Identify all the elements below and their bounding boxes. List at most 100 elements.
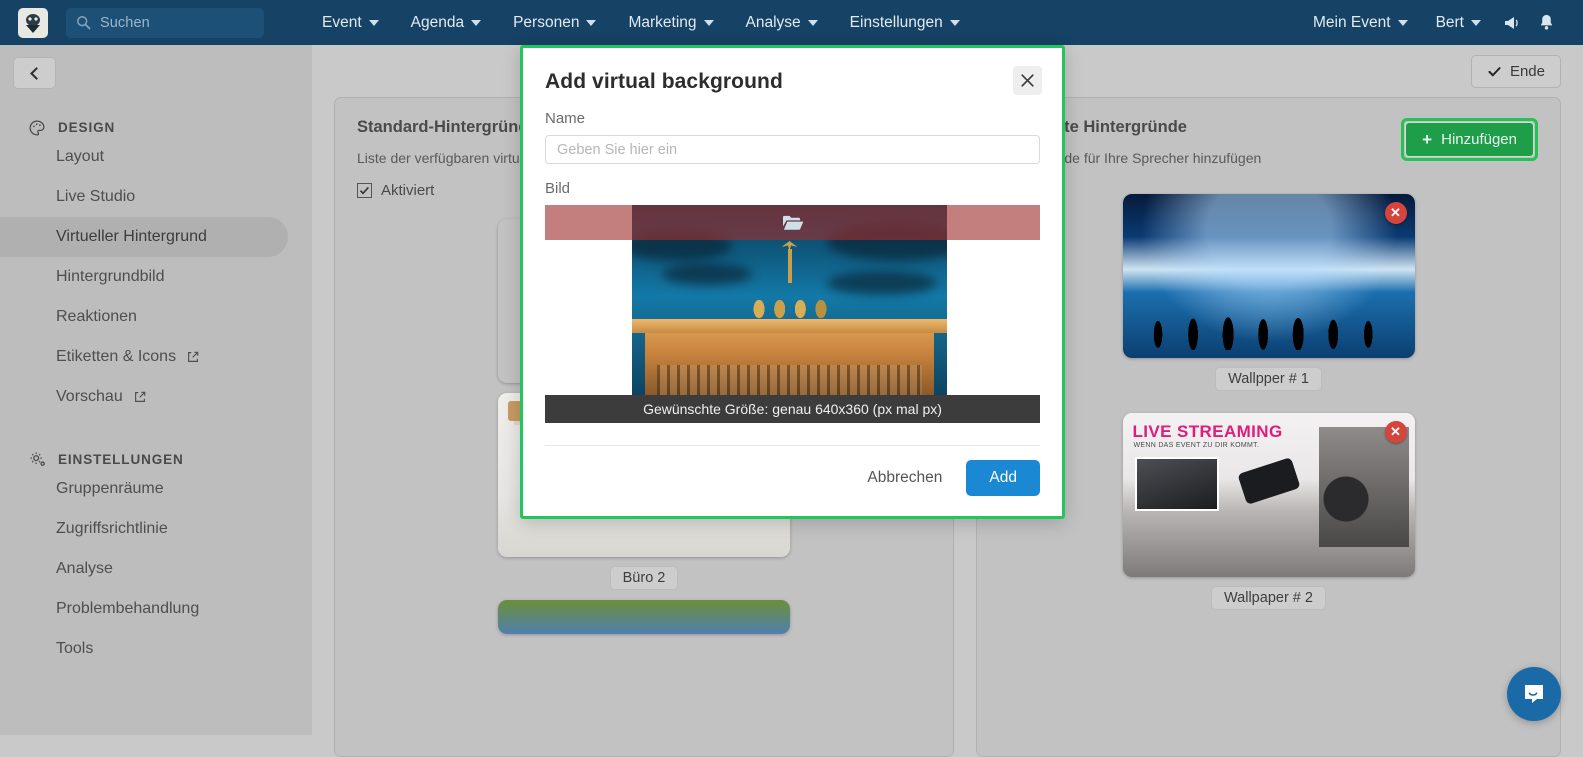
search-icon xyxy=(76,15,91,30)
sidebar-item-label: Problembehandlung xyxy=(56,600,199,618)
sidebar-item-live-studio[interactable]: Live Studio xyxy=(0,177,288,217)
sidebar-item-virtueller-hintergrund[interactable]: Virtueller Hintergrund xyxy=(0,217,288,257)
add-background-button[interactable]: + Hinzufügen xyxy=(1405,122,1534,157)
add-background-button-label: Hinzufügen xyxy=(1441,131,1517,148)
background-card[interactable]: LIVE STREAMING WENN DAS EVENT ZU DIR KOM… xyxy=(1123,413,1415,610)
chevron-down-icon xyxy=(471,20,481,26)
sidebar-item-tools[interactable]: Tools xyxy=(0,629,288,669)
plus-icon: + xyxy=(1422,131,1432,148)
modal-divider xyxy=(545,445,1040,446)
image-size-caption: Gewünschte Größe: genau 640x360 (px mal … xyxy=(545,395,1040,423)
gate-columns xyxy=(657,365,922,395)
sidebar-item-hintergrundbild[interactable]: Hintergrundbild xyxy=(0,257,288,297)
nav-item-label: Analyse xyxy=(746,14,801,32)
nav-right-group: Mein Event Bert xyxy=(1299,0,1583,45)
gear-icon xyxy=(28,450,47,469)
sidebar: DESIGN Layout Live Studio Virtueller Hin… xyxy=(0,45,312,735)
sidebar-item-gruppenraeume[interactable]: Gruppenräume xyxy=(0,469,288,509)
delete-background-icon[interactable]: ✕ xyxy=(1385,421,1407,443)
user-menu[interactable]: Bert xyxy=(1422,0,1495,45)
cancel-button[interactable]: Abbrechen xyxy=(857,461,952,495)
name-input[interactable] xyxy=(545,135,1040,164)
sidebar-section-title: EINSTELLUNGEN xyxy=(58,452,184,467)
app-logo-icon[interactable] xyxy=(18,8,48,38)
sidebar-item-vorschau[interactable]: Vorschau xyxy=(0,377,288,417)
external-link-icon xyxy=(133,390,148,405)
sidebar-item-analyse[interactable]: Analyse xyxy=(0,549,288,589)
nav-item-label: Einstellungen xyxy=(850,14,943,32)
nav-item-einstellungen[interactable]: Einstellungen xyxy=(834,0,976,45)
background-label: Wallpper # 1 xyxy=(1215,367,1322,391)
sidebar-item-zugriffsrichtlinie[interactable]: Zugriffsrichtlinie xyxy=(0,509,288,549)
event-selector[interactable]: Mein Event xyxy=(1299,0,1422,45)
sidebar-item-label: Tools xyxy=(56,640,93,658)
sidebar-item-etiketten-icons[interactable]: Etiketten & Icons xyxy=(0,337,288,377)
checkbox-checked-icon[interactable] xyxy=(357,183,372,198)
live-streaming-art-camera xyxy=(1319,427,1409,547)
nav-item-analyse[interactable]: Analyse xyxy=(730,0,834,45)
sidebar-section-einstellungen: EINSTELLUNGEN xyxy=(28,450,312,469)
delete-background-icon[interactable]: ✕ xyxy=(1385,202,1407,224)
palette-icon xyxy=(28,118,47,137)
image-upload-area[interactable]: Gewünschte Größe: genau 640x360 (px mal … xyxy=(545,205,1040,423)
sidebar-item-label: Reaktionen xyxy=(56,308,137,326)
add-button-highlight: + Hinzufügen xyxy=(1401,118,1538,161)
live-streaming-art-title: LIVE STREAMING xyxy=(1133,422,1283,442)
background-thumbnail[interactable]: ✕ xyxy=(1123,194,1415,358)
folder-open-icon xyxy=(782,214,804,231)
nav-item-label: Personen xyxy=(513,14,579,32)
close-icon[interactable] xyxy=(1013,66,1042,95)
check-icon xyxy=(1487,64,1502,79)
add-virtual-background-modal: Add virtual background Name Bild xyxy=(520,45,1065,519)
live-streaming-background-art: LIVE STREAMING WENN DAS EVENT ZU DIR KOM… xyxy=(1123,413,1415,577)
background-thumbnail[interactable]: LIVE STREAMING WENN DAS EVENT ZU DIR KOM… xyxy=(1123,413,1415,577)
sidebar-section-title: DESIGN xyxy=(58,120,115,135)
chevron-down-icon xyxy=(808,20,818,26)
sidebar-item-problembehandlung[interactable]: Problembehandlung xyxy=(0,589,288,629)
live-streaming-art-phone xyxy=(1237,457,1300,505)
nav-item-marketing[interactable]: Marketing xyxy=(612,0,729,45)
external-link-icon xyxy=(186,350,201,365)
gate-eagle-icon xyxy=(782,241,798,251)
sidebar-item-label: Etiketten & Icons xyxy=(56,348,176,366)
submit-add-button[interactable]: Add xyxy=(966,460,1040,496)
modal-title: Add virtual background xyxy=(545,70,1040,94)
sidebar-item-layout[interactable]: Layout xyxy=(0,137,288,177)
sidebar-item-reaktionen[interactable]: Reaktionen xyxy=(0,297,288,337)
chevron-down-icon xyxy=(1471,20,1481,26)
megaphone-icon[interactable] xyxy=(1495,6,1529,40)
sidebar-item-label: Gruppenräume xyxy=(56,480,164,498)
chat-bubble-icon[interactable] xyxy=(1507,667,1561,721)
background-label: Wallpaper # 2 xyxy=(1211,586,1326,610)
live-streaming-art-subtitle: WENN DAS EVENT ZU DIR KOMMT. xyxy=(1134,442,1260,449)
enabled-checkbox-label: Aktiviert xyxy=(381,182,434,199)
nav-item-agenda[interactable]: Agenda xyxy=(395,0,497,45)
sidebar-item-label: Virtueller Hintergrund xyxy=(56,228,207,246)
back-button[interactable] xyxy=(13,57,56,89)
background-card[interactable]: ✕ Wallpper # 1 xyxy=(1123,194,1415,391)
gate-entablature xyxy=(632,319,947,333)
search-input[interactable]: Suchen xyxy=(66,8,264,38)
bell-icon[interactable] xyxy=(1529,6,1563,40)
background-card[interactable] xyxy=(498,600,790,634)
background-thumbnail[interactable] xyxy=(498,600,790,634)
nav-item-label: Agenda xyxy=(411,14,464,32)
sidebar-section-design: DESIGN xyxy=(28,118,312,137)
upload-overlay-band[interactable] xyxy=(545,205,1040,240)
chevron-down-icon xyxy=(369,20,379,26)
modal-footer: Abbrechen Add xyxy=(523,446,1062,496)
end-button[interactable]: Ende xyxy=(1471,55,1561,88)
event-selector-label: Mein Event xyxy=(1313,14,1391,32)
sidebar-item-label: Hintergrundbild xyxy=(56,268,165,286)
chevron-left-icon xyxy=(30,67,43,80)
sidebar-item-label: Layout xyxy=(56,148,104,166)
user-menu-label: Bert xyxy=(1436,14,1464,32)
gate-quadriga xyxy=(747,281,833,321)
main-menu: Event Agenda Personen Marketing Analyse … xyxy=(306,0,976,45)
nav-item-label: Marketing xyxy=(628,14,696,32)
nav-item-personen[interactable]: Personen xyxy=(497,0,612,45)
panel-header-row: Erweiterte Hintergründe Hintergründe für… xyxy=(999,118,1538,166)
search-placeholder: Suchen xyxy=(100,15,150,31)
end-button-label: Ende xyxy=(1510,63,1545,80)
nav-item-event[interactable]: Event xyxy=(306,0,395,45)
